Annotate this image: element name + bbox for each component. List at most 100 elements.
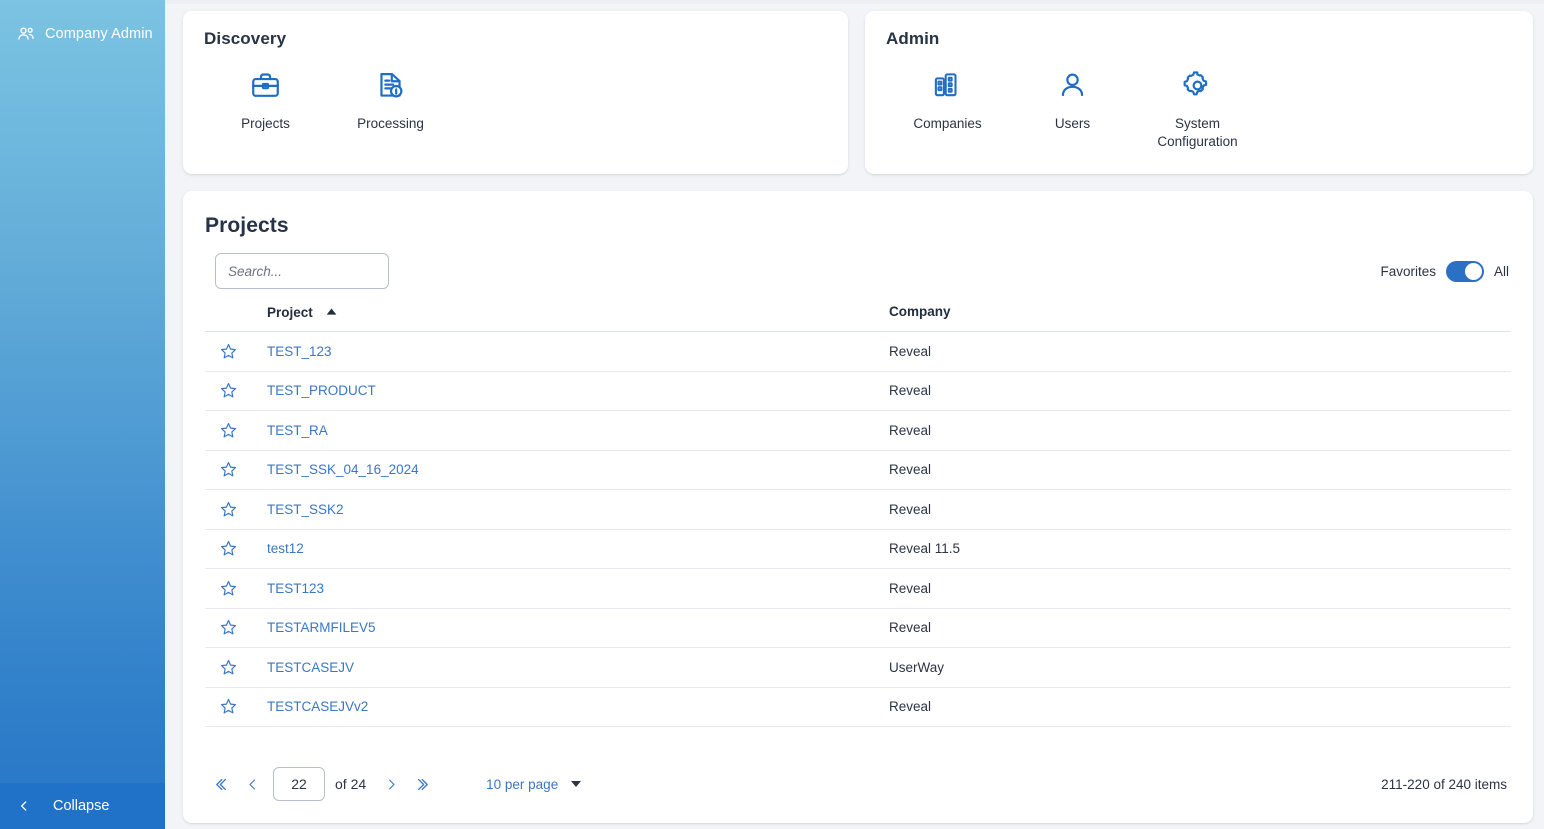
company-cell: UserWay [889, 647, 1511, 688]
project-cell: TEST_PRODUCT [267, 371, 889, 411]
briefcase-icon [203, 65, 328, 105]
user-icon [1010, 65, 1135, 105]
star-outline-icon[interactable] [219, 500, 238, 519]
sidebar: Company Admin Collapse [0, 0, 165, 829]
star-outline-icon[interactable] [219, 697, 238, 716]
double-chevron-left-icon[interactable] [207, 769, 237, 799]
toggle-label-favorites: Favorites [1380, 263, 1436, 279]
company-cell: Reveal [889, 331, 1511, 372]
company-cell: Reveal [889, 371, 1511, 411]
project-link[interactable]: TEST_SSK_04_16_2024 [267, 462, 419, 477]
caret-down-icon [571, 781, 582, 787]
company-cell: Reveal [889, 489, 1511, 530]
gear-icon [1135, 65, 1260, 105]
table-row: TESTARMFILEV5 Reveal [205, 608, 1511, 648]
tile-system-configuration[interactable]: System Configuration [1135, 65, 1260, 151]
project-link[interactable]: TESTARMFILEV5 [267, 620, 376, 635]
project-cell: TESTCASEJV [267, 647, 889, 688]
project-cell: TESTARMFILEV5 [267, 608, 889, 648]
th-favorite [205, 303, 267, 332]
tile-projects[interactable]: Projects [203, 65, 328, 133]
project-cell: TEST_RA [267, 410, 889, 451]
company-cell: Reveal [889, 450, 1511, 490]
favorite-cell [205, 450, 267, 490]
document-info-icon [328, 65, 453, 105]
table-row: TEST123 Reveal [205, 568, 1511, 609]
th-project-label: Project [267, 305, 313, 320]
page-number-input[interactable] [273, 767, 325, 801]
project-link[interactable]: TEST_SSK2 [267, 502, 344, 517]
projects-table-head: Project Company [205, 303, 1511, 332]
favorite-cell [205, 647, 267, 688]
admin-card: Admin Companies Users System Configurati… [865, 11, 1533, 174]
favorites-all-toggle-group: Favorites All [1380, 260, 1509, 282]
per-page-label: 10 per page [486, 776, 559, 792]
admin-card-title: Admin [886, 29, 940, 48]
company-cell: Reveal [889, 687, 1511, 727]
chevron-left-icon-prev[interactable] [237, 769, 267, 799]
buildings-icon [885, 65, 1010, 105]
star-outline-icon[interactable] [219, 539, 238, 558]
discovery-card: Discovery Projects Processing [183, 11, 848, 174]
item-count-label: 211-220 of 240 items [1381, 776, 1507, 792]
tile-users-label: Users [1054, 116, 1091, 131]
favorite-cell [205, 410, 267, 451]
star-outline-icon[interactable] [219, 579, 238, 598]
sidebar-header[interactable]: Company Admin [0, 0, 165, 52]
projects-table-body: TEST_123 Reveal TEST_PRODUCT Reveal TEST_RA R… [205, 331, 1511, 727]
projects-panel: Projects Favorites All [183, 191, 1533, 823]
discovery-card-title: Discovery [204, 29, 287, 48]
project-link[interactable]: TESTCASEJV [267, 660, 354, 675]
total-pages-label: of 24 [335, 776, 367, 792]
th-company[interactable]: Company [889, 303, 1511, 332]
chevron-right-icon-next[interactable] [376, 769, 406, 799]
caret-up-icon [326, 303, 337, 318]
favorite-cell [205, 568, 267, 609]
star-outline-icon[interactable] [219, 460, 238, 479]
favorite-cell [205, 371, 267, 411]
project-link[interactable]: TEST_PRODUCT [267, 383, 376, 398]
sidebar-header-label: Company Admin [45, 25, 153, 42]
favorites-all-switch[interactable] [1445, 260, 1484, 282]
pagination-bar: of 24 10 per page [183, 767, 1533, 801]
tile-companies-label: Companies [913, 116, 982, 131]
company-cell: Reveal [889, 608, 1511, 648]
table-row: TESTCASEJVv2 Reveal [205, 687, 1511, 727]
tile-companies[interactable]: Companies [885, 65, 1010, 151]
table-row: TEST_SSK2 Reveal [205, 489, 1511, 530]
project-link[interactable]: TEST_123 [267, 344, 332, 359]
tile-projects-label: Projects [241, 116, 290, 131]
projects-controls: Favorites All [183, 238, 1533, 289]
tile-users[interactable]: Users [1010, 65, 1135, 151]
star-outline-icon[interactable] [219, 618, 238, 637]
switch-knob [1464, 262, 1482, 280]
th-project[interactable]: Project [267, 303, 889, 332]
sidebar-collapse-button[interactable]: Collapse [0, 783, 165, 829]
dashboard-cards: Discovery Projects Processing Admin Comp… [183, 11, 1533, 174]
star-outline-icon[interactable] [219, 342, 238, 361]
double-chevron-right-icon[interactable] [406, 769, 436, 799]
toggle-label-all: All [1493, 263, 1509, 279]
project-link[interactable]: TEST123 [267, 581, 324, 596]
star-outline-icon[interactable] [219, 421, 238, 440]
star-outline-icon[interactable] [219, 658, 238, 677]
project-cell: test12 [267, 529, 889, 569]
star-outline-icon[interactable] [219, 381, 238, 400]
company-cell: Reveal [889, 410, 1511, 451]
project-link[interactable]: TESTCASEJVv2 [267, 699, 368, 714]
company-cell: Reveal [889, 568, 1511, 609]
tile-processing[interactable]: Processing [328, 65, 453, 133]
project-link[interactable]: test12 [267, 541, 304, 556]
favorite-cell [205, 331, 267, 372]
users-group-icon [16, 24, 36, 44]
project-cell: TESTCASEJVv2 [267, 687, 889, 727]
th-company-label: Company [889, 304, 951, 319]
project-link[interactable]: TEST_RA [267, 423, 328, 438]
project-cell: TEST_SSK_04_16_2024 [267, 450, 889, 490]
search-input[interactable] [215, 253, 389, 289]
per-page-dropdown[interactable]: 10 per page [486, 776, 582, 792]
tile-processing-label: Processing [357, 116, 424, 131]
chevron-left-icon [17, 799, 31, 813]
company-cell: Reveal 11.5 [889, 529, 1511, 569]
table-row: TEST_PRODUCT Reveal [205, 371, 1511, 411]
